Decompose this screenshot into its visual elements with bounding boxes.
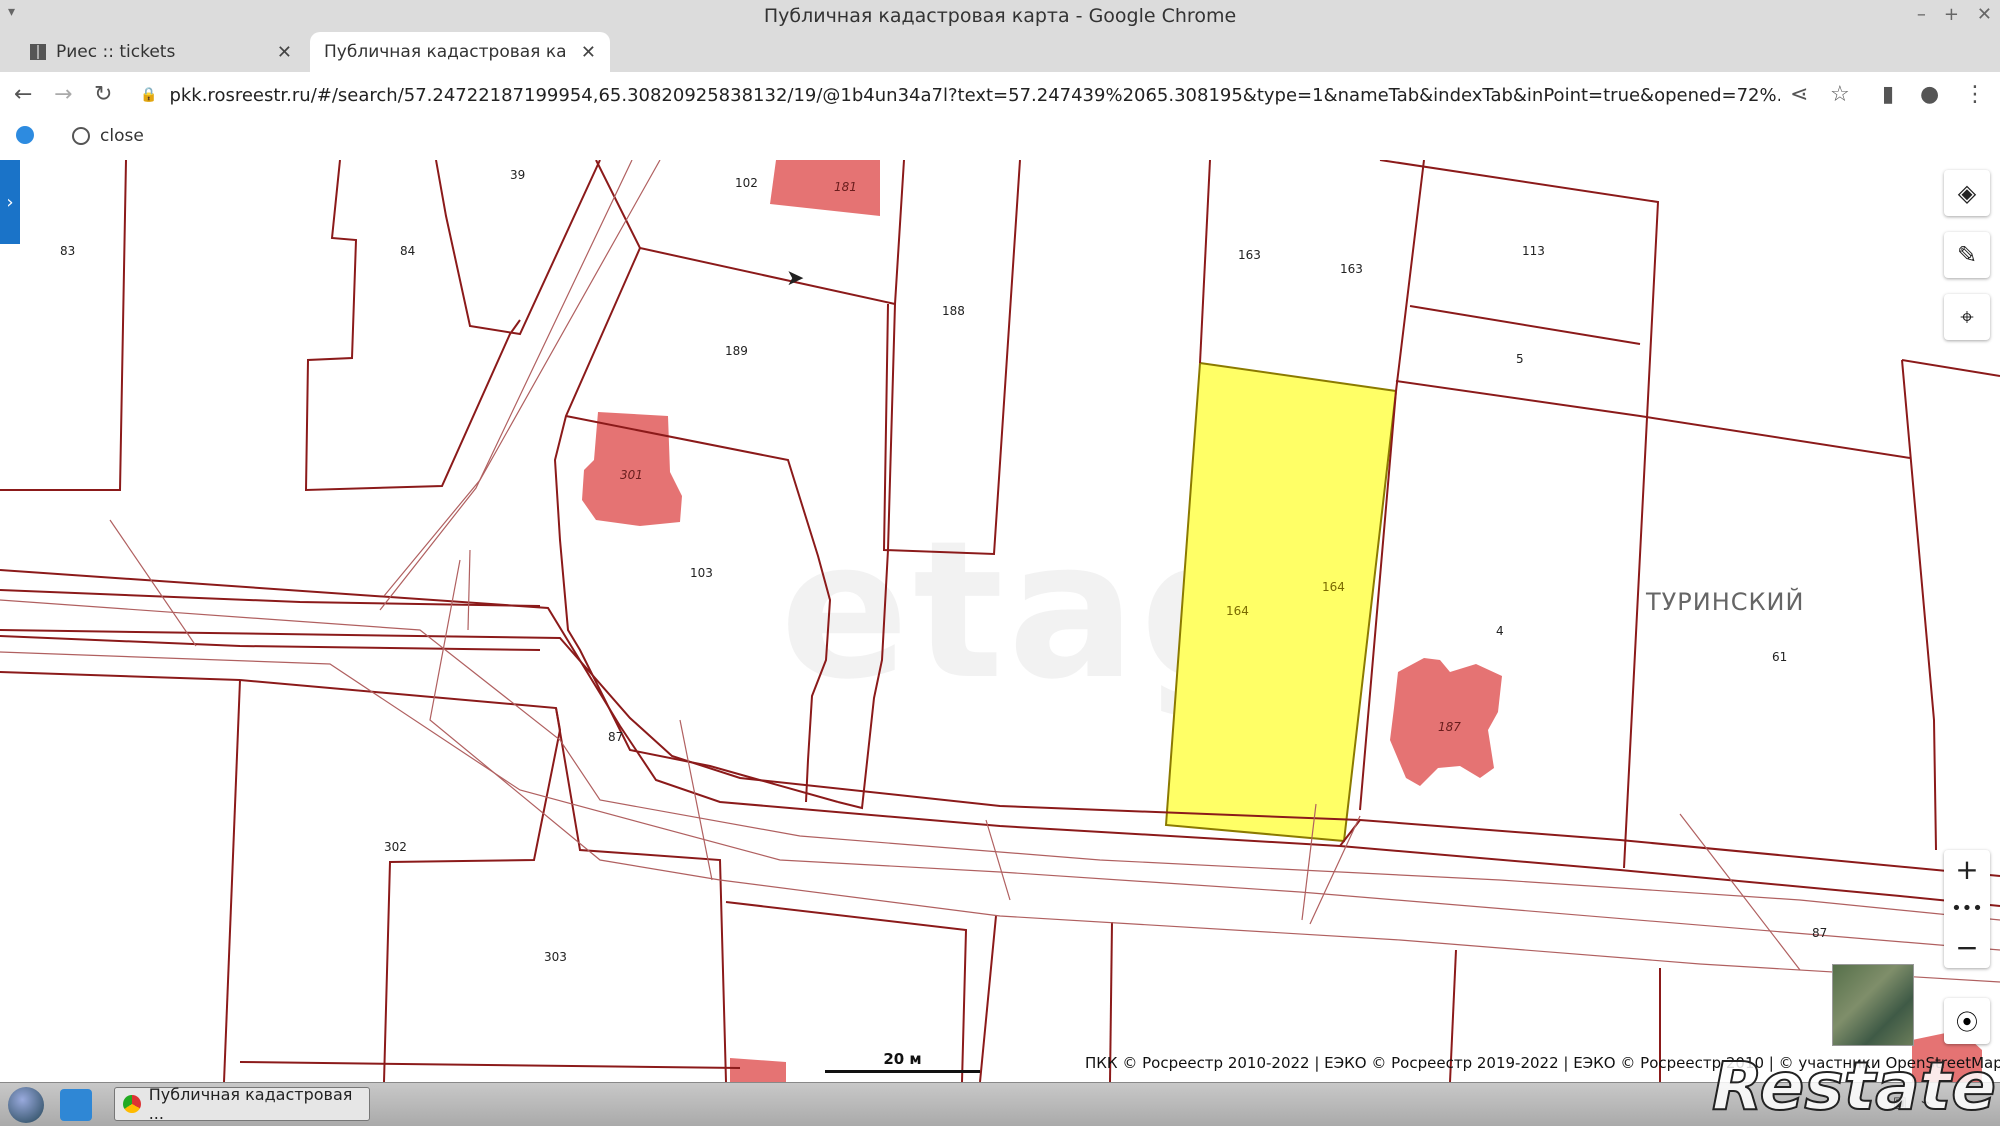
parcel-label: 113 (1522, 244, 1545, 258)
parcel-label: 61 (1772, 650, 1788, 664)
forward-icon[interactable]: → (54, 82, 72, 107)
bookmarks-bar: close (0, 118, 2000, 161)
bookmark-label: close (100, 126, 144, 146)
plus-icon: + (1955, 853, 1979, 886)
cadastral-map[interactable]: etagi 39 83 84 102 188 189 163 163 113 5… (0, 160, 2000, 1082)
parcel-label: 303 (544, 950, 567, 964)
parcel-label: 163 (1238, 248, 1261, 262)
close-icon[interactable]: ✕ (277, 42, 292, 63)
crosshair-icon: ⌖ (1960, 303, 1974, 331)
tab-label: Публичная кадастровая ка (324, 42, 567, 62)
tab-strip: Риес :: tickets ✕ Публичная кадастровая … (0, 32, 2000, 208)
sidebar-toggle-button[interactable]: › (0, 160, 20, 244)
tab-tickets[interactable]: Риес :: tickets ✕ (16, 32, 306, 72)
layers-button[interactable]: ◈ (1944, 170, 1990, 216)
back-icon[interactable]: ← (14, 82, 32, 107)
bookmark-close[interactable]: close (72, 126, 144, 146)
browser-toolbar: ← → ↻ 🔒 pkk.rosreestr.ru/#/search/57.247… (0, 72, 2000, 119)
selected-parcel-label: 164 (1226, 604, 1249, 618)
teamviewer-icon[interactable] (60, 1089, 92, 1121)
address-bar[interactable]: 🔒 pkk.rosreestr.ru/#/search/57.247221871… (140, 78, 1780, 112)
building-bottom (730, 1058, 786, 1082)
window-titlebar: ▾ Публичная кадастровая карта - Google C… (0, 0, 2000, 32)
map-canvas[interactable] (0, 160, 2000, 1082)
parcel-label: 102 (735, 176, 758, 190)
tab-label: Риес :: tickets (56, 42, 176, 62)
street-label: ТУРИНСКИЙ (1646, 588, 1805, 616)
parcel-label: 5 (1516, 352, 1524, 366)
bookmark-app-icon[interactable] (16, 126, 34, 144)
scale-bar: 20 м (825, 1050, 980, 1073)
tab-cadastral-map[interactable]: Публичная кадастровая ка ✕ (310, 32, 610, 208)
restate-logo: Restate (1711, 1047, 1997, 1126)
grid-icon (30, 44, 46, 60)
satellite-minimap[interactable] (1832, 964, 1914, 1046)
close-window-icon[interactable]: ✕ (1977, 4, 1992, 25)
measure-button[interactable]: ✎ (1944, 232, 1990, 278)
parcel-label: 39 (510, 168, 526, 182)
chevron-right-icon: › (6, 191, 14, 213)
selected-parcel (1164, 361, 1398, 843)
building-label: 181 (834, 180, 857, 194)
globe-icon (72, 127, 90, 145)
parcel-label: 84 (400, 244, 416, 258)
parcel-label: 188 (942, 304, 965, 318)
os-taskbar: Публичная кадастровая ... ▣ ⌁ (0, 1082, 2000, 1126)
scale-line (825, 1070, 980, 1073)
scale-label: 20 м (883, 1050, 922, 1068)
ellipsis-icon: ••• (1951, 898, 1983, 919)
road-lines (0, 160, 2000, 983)
parcel-label: 163 (1340, 262, 1363, 276)
chrome-icon (123, 1095, 141, 1113)
parcel-label: 189 (725, 344, 748, 358)
parcel-label: 87 (1812, 926, 1828, 940)
zoom-in-button[interactable]: + (1944, 850, 1990, 889)
parcel-label: 4 (1496, 624, 1504, 638)
ruler-icon: ✎ (1956, 241, 1978, 269)
zoom-more-button[interactable]: ••• (1944, 889, 1990, 928)
share-icon[interactable]: ⋖ (1790, 82, 1808, 107)
minimize-icon[interactable]: – (1917, 4, 1926, 25)
lock-icon: 🔒 (140, 87, 158, 103)
building-label: 187 (1438, 720, 1461, 734)
url-text[interactable]: pkk.rosreestr.ru/#/search/57.24722187199… (169, 85, 1780, 106)
maximize-icon[interactable]: + (1944, 4, 1959, 25)
more-icon[interactable]: ⋮ (1964, 82, 1986, 107)
window-title: Публичная кадастровая карта - Google Chr… (763, 5, 1237, 27)
star-icon[interactable]: ☆ (1830, 82, 1850, 107)
locate-button[interactable]: ⌖ (1944, 294, 1990, 340)
parcel-label: 302 (384, 840, 407, 854)
minus-icon: − (1955, 931, 1979, 964)
parcel-label: 83 (60, 244, 76, 258)
selected-parcel-label: 164 (1322, 580, 1345, 594)
reload-icon[interactable]: ↻ (94, 82, 112, 107)
compass-button[interactable]: ⦿ (1944, 998, 1990, 1044)
building-181 (770, 160, 880, 216)
close-icon[interactable]: ✕ (581, 42, 596, 63)
taskbar-chrome-window[interactable]: Публичная кадастровая ... (114, 1085, 370, 1123)
parcel-label: 103 (690, 566, 713, 580)
layers-icon: ◈ (1957, 179, 1977, 207)
zoom-controls: + ••• − (1944, 850, 1990, 968)
start-button[interactable] (8, 1087, 44, 1123)
building-label: 301 (620, 468, 643, 482)
parcel-label: 87 (608, 730, 624, 744)
sidepanel-icon[interactable]: ▮ (1882, 82, 1894, 107)
taskbar-task-label: Публичная кадастровая ... (148, 1085, 353, 1123)
compass-icon: ⦿ (1955, 1011, 1978, 1036)
window-menu-icon[interactable]: ▾ (8, 4, 15, 20)
profile-icon[interactable]: ● (1920, 82, 1939, 107)
mouse-cursor-icon: ➤ (786, 266, 805, 291)
zoom-out-button[interactable]: − (1944, 928, 1990, 967)
